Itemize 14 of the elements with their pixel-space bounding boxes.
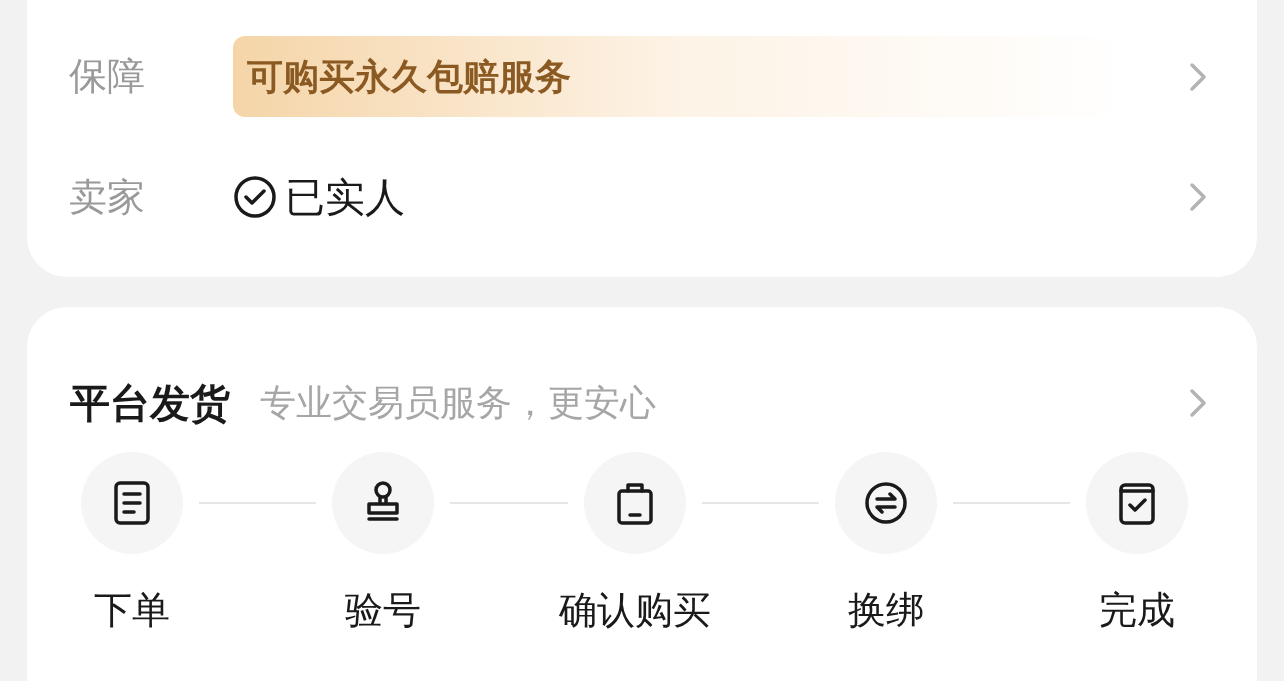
chevron-icon[interactable] [1189,182,1207,212]
section-subtitle: 专业交易员服务，更安心 [260,381,657,425]
section-title: 平台发货 [70,380,230,427]
seller-status: 已实人 [285,174,405,221]
step-label: 换绑 [847,588,924,633]
guarantee-text: 可购买永久包赔服务 [247,54,571,99]
step-label: 验号 [345,588,422,633]
chevron-icon[interactable] [1189,61,1207,92]
row-label: 卖家 [69,174,146,220]
step-label: 下单 [94,588,170,633]
row-label: 保障 [69,54,146,99]
step-label: 完成 [1099,588,1175,633]
chevron-icon[interactable] [1189,388,1207,418]
step-label: 确认购买 [558,588,711,633]
